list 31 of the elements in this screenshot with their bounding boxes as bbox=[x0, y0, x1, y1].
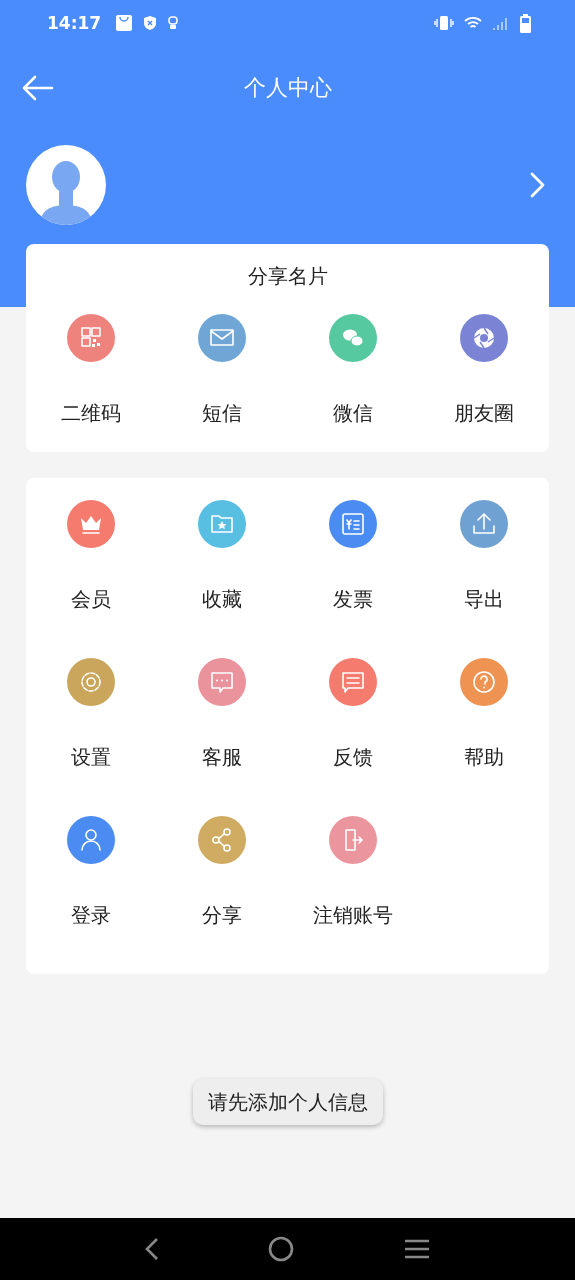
menu-item[interactable]: 发票 bbox=[287, 500, 419, 658]
menu-item[interactable]: 短信 bbox=[156, 314, 288, 436]
card-title: 分享名片 bbox=[246, 263, 329, 290]
nav-home-button[interactable] bbox=[267, 1235, 296, 1263]
bag-icon bbox=[115, 14, 134, 32]
menu-item[interactable]: 微信 bbox=[287, 314, 419, 436]
menu-item[interactable]: 登录 bbox=[26, 816, 157, 974]
chevron-right-icon[interactable] bbox=[529, 171, 545, 199]
menu-item[interactable]: 二维码 bbox=[26, 314, 157, 436]
menu-item[interactable]: 帮助 bbox=[418, 658, 549, 816]
battery-icon bbox=[520, 13, 531, 33]
avatar-icon[interactable] bbox=[26, 145, 106, 225]
menu-item[interactable]: 朋友圈 bbox=[418, 314, 549, 436]
nav-back-button[interactable] bbox=[143, 1237, 160, 1261]
robot-icon bbox=[167, 15, 180, 31]
menu-item[interactable]: 会员 bbox=[26, 500, 157, 658]
page-title: 个人中心 bbox=[243, 74, 332, 102]
signal-icon bbox=[492, 15, 510, 31]
vibrate-icon bbox=[434, 15, 454, 31]
menu-item[interactable]: 导出 bbox=[418, 500, 549, 658]
menu-item[interactable]: 注销账号 bbox=[287, 816, 419, 974]
toast-message: 请先添加个人信息 bbox=[192, 1079, 383, 1125]
back-button[interactable] bbox=[22, 74, 54, 102]
shield-icon bbox=[143, 15, 158, 31]
menu-item[interactable]: 分享 bbox=[156, 816, 288, 974]
status-time: 14:17 bbox=[47, 13, 102, 33]
menu-item[interactable]: 收藏 bbox=[156, 500, 288, 658]
nav-menu-button[interactable] bbox=[403, 1237, 432, 1261]
menu-item[interactable]: 客服 bbox=[156, 658, 288, 816]
menu-item[interactable]: 反馈 bbox=[287, 658, 419, 816]
menu-item[interactable]: 设置 bbox=[26, 658, 157, 816]
